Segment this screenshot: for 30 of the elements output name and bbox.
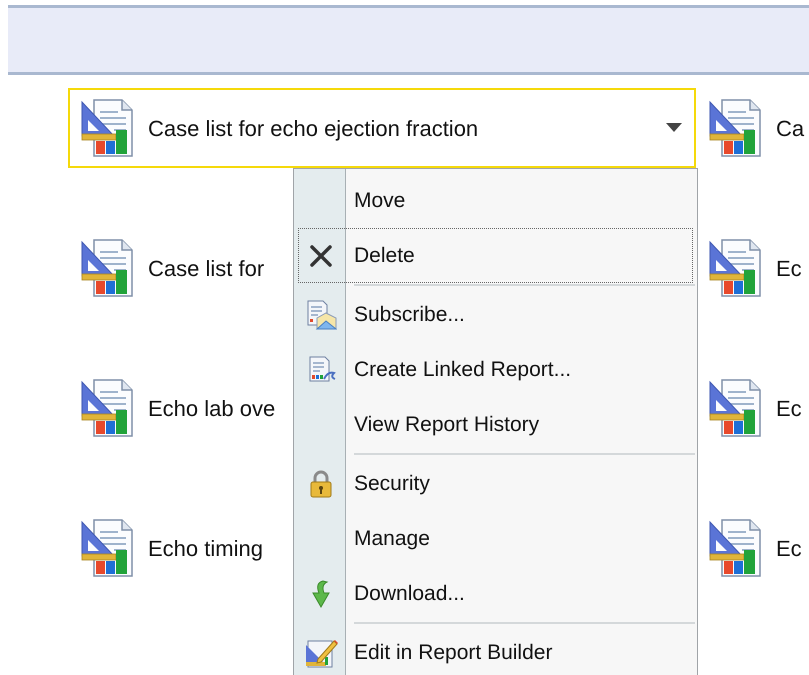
report-icon (708, 98, 764, 158)
report-icon (708, 518, 764, 578)
report-name[interactable]: Ec (776, 392, 802, 424)
padlock-icon (308, 470, 332, 498)
menu-item[interactable]: Download... (298, 566, 693, 621)
caret-icon[interactable] (666, 123, 682, 133)
report-icon (708, 238, 764, 298)
report-icon (80, 238, 136, 298)
report-icon (80, 98, 136, 158)
menu-item[interactable]: Delete (298, 228, 693, 283)
menu-item[interactable]: Security (298, 456, 693, 511)
subscribe-icon (304, 298, 336, 330)
menu-item[interactable]: Subscribe... (298, 287, 693, 342)
close-icon (308, 244, 332, 268)
report-name[interactable]: Echo timing (148, 532, 263, 564)
menu-item[interactable]: Manage (298, 511, 693, 566)
report-name[interactable]: Case list for (148, 252, 264, 284)
report-name[interactable]: Ec (776, 252, 802, 284)
menu-item[interactable]: Edit in Report Builder (298, 625, 693, 675)
report-tile[interactable]: Case list for echo ejection fraction (68, 88, 696, 168)
menu-item[interactable]: Move (298, 173, 693, 228)
report-icon (80, 518, 136, 578)
menu-item[interactable]: Create Linked Report... (298, 342, 693, 397)
report-name[interactable]: Echo lab ove (148, 392, 276, 424)
report-name: Case list for echo ejection fraction (148, 114, 478, 143)
menu-item[interactable]: View Report History (298, 397, 693, 452)
report-name[interactable]: Ca (776, 112, 804, 144)
report-icon (708, 378, 764, 438)
report-icon (80, 378, 136, 438)
report-name[interactable]: Ec (776, 532, 802, 564)
